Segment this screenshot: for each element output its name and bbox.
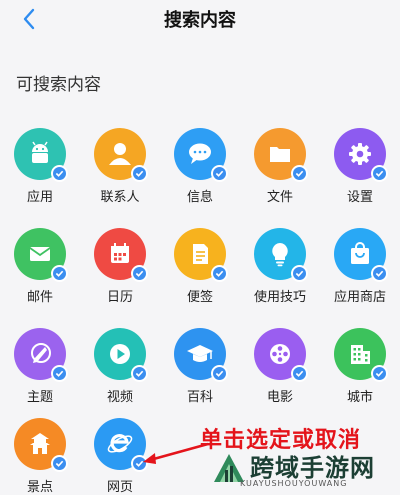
web-icon-circle [94,418,148,472]
folder-icon [270,147,290,162]
item-label: 网页 [106,480,133,495]
header-bar: 搜索内容 [0,0,400,40]
themes-icon-circle [14,328,68,382]
item-label: 城市 [346,390,373,405]
mail-icon-circle [14,228,68,282]
movies-icon-circle [254,328,308,382]
item-messages[interactable]: 信息 [160,128,240,218]
watermark-title: 跨域手游网 [250,454,375,482]
play-icon [110,344,130,364]
store-icon-circle [334,228,388,282]
watermark-subtitle: KUAYUSHOUYOUWANG [240,479,348,488]
check-icon [291,265,308,282]
check-icon [291,365,308,382]
building-icon [351,345,370,364]
page-title: 搜索内容 [164,10,236,31]
item-label: 应用 [26,190,53,205]
item-store[interactable]: 应用商店 [320,228,400,318]
person-icon [109,143,131,165]
android-icon [32,141,48,163]
item-label: 使用技巧 [253,290,306,305]
files-icon-circle [254,128,308,182]
check-icon [211,265,228,282]
item-label: 视频 [106,390,133,405]
wiki-icon-circle [174,328,228,382]
notes-icon-circle [174,228,228,282]
browser-e-icon [107,434,133,453]
check-icon [211,365,228,382]
check-icon [131,165,148,182]
pagoda-icon [30,433,50,454]
graduation-cap-icon [187,345,213,362]
item-wiki[interactable]: 百科 [160,328,240,418]
item-notes[interactable]: 便签 [160,228,240,318]
item-files[interactable]: 文件 [240,128,320,218]
item-label: 设置 [346,190,373,205]
item-label: 百科 [186,390,213,405]
item-tips[interactable]: 使用技巧 [240,228,320,318]
lightbulb-icon [272,243,288,267]
envelope-icon [29,247,51,261]
check-icon [371,365,388,382]
settings-icon-circle [334,128,388,182]
check-icon [51,455,68,472]
film-reel-icon [270,344,290,364]
item-label: 日历 [106,290,133,305]
section-title: 可搜索内容 [16,75,101,95]
check-icon [211,165,228,182]
item-label: 电影 [266,390,293,405]
contacts-icon-circle [94,128,148,182]
chat-bubble-icon [189,143,211,164]
check-icon [51,365,68,382]
check-icon [51,265,68,282]
check-icon [291,165,308,182]
item-app[interactable]: 应用 [0,128,80,218]
watermark: 跨域手游网 KUAYUSHOUYOUWANG [206,448,396,492]
messages-icon-circle [174,128,228,182]
item-movies[interactable]: 电影 [240,328,320,418]
item-label: 应用商店 [333,290,386,305]
annotation-arrow [143,442,209,464]
item-settings[interactable]: 设置 [320,128,400,218]
item-label: 邮件 [26,290,53,305]
item-scenic[interactable]: 景点 [0,418,80,495]
app-icon-circle [14,128,68,182]
check-icon [51,165,68,182]
item-video[interactable]: 视频 [80,328,160,418]
video-icon-circle [94,328,148,382]
check-icon [371,165,388,182]
item-label: 信息 [186,190,213,205]
city-icon-circle [334,328,388,382]
scenic-icon-circle [14,418,68,472]
item-label: 文件 [266,190,293,205]
paintbrush-icon [31,343,51,363]
item-contacts[interactable]: 联系人 [80,128,160,218]
calendar-icon [111,243,129,263]
note-icon [193,244,208,264]
tips-icon-circle [254,228,308,282]
check-icon [131,365,148,382]
item-label: 主题 [26,390,53,405]
item-themes[interactable]: 主题 [0,328,80,418]
shopping-bag-icon [351,242,369,264]
item-city[interactable]: 城市 [320,328,400,418]
item-mail[interactable]: 邮件 [0,228,80,318]
item-calendar[interactable]: 日历 [80,228,160,318]
item-label: 联系人 [100,190,140,205]
item-label: 便签 [186,290,213,305]
check-icon [131,265,148,282]
gear-icon [349,143,371,165]
item-label: 景点 [26,480,53,495]
calendar-icon-circle [94,228,148,282]
check-icon [371,265,388,282]
